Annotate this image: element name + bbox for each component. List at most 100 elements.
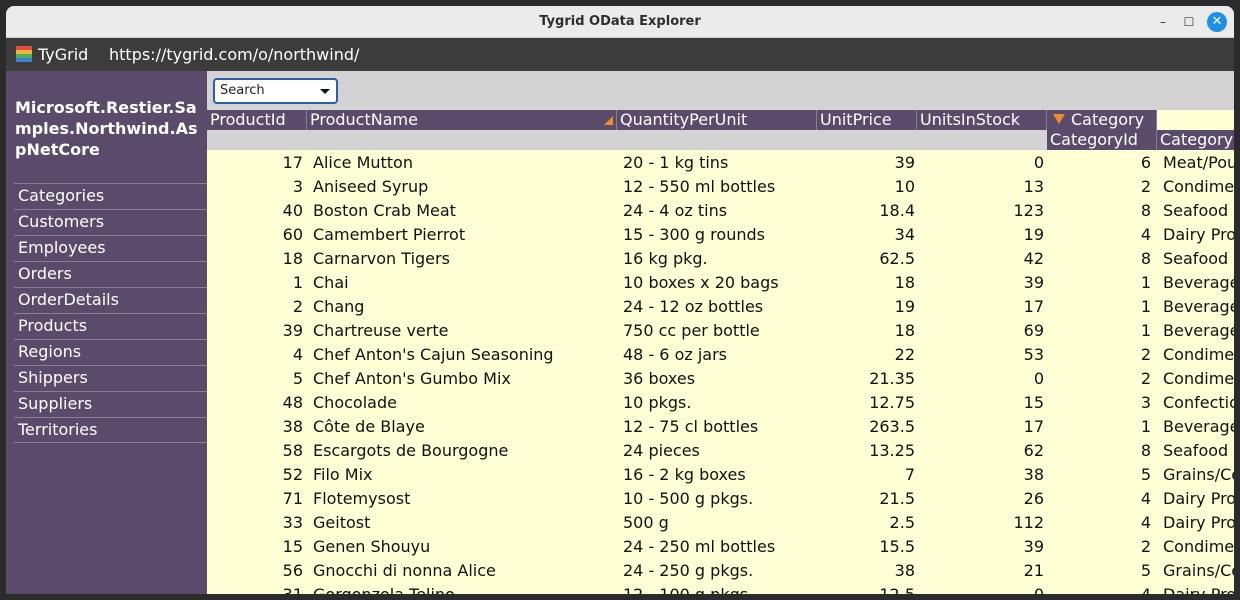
- cell-categoryid[interactable]: 3: [1047, 392, 1151, 414]
- cell-unitsinstock[interactable]: 39: [917, 536, 1044, 558]
- cell-quantityperunit[interactable]: 24 - 250 g pkgs.: [623, 560, 813, 582]
- sidebar-item-customers[interactable]: Customers: [14, 209, 207, 235]
- cell-productname[interactable]: Chang: [313, 296, 613, 318]
- cell-unitsinstock[interactable]: 13: [917, 176, 1044, 198]
- cell-unitprice[interactable]: 10: [817, 176, 915, 198]
- cell-categoryname[interactable]: Grains/Cer: [1163, 464, 1234, 486]
- table-row[interactable]: 52 Filo Mix 16 - 2 kg boxes7385 Grains/Cer: [207, 462, 1234, 486]
- cell-unitsinstock[interactable]: 123: [917, 200, 1044, 222]
- cell-unitprice[interactable]: 22: [817, 344, 915, 366]
- cell-unitsinstock[interactable]: 38: [917, 464, 1044, 486]
- table-row[interactable]: 18 Carnarvon Tigers 16 kg pkg. 62.5 42 8 Seafo…: [207, 246, 1234, 270]
- column-header-quantityperunit[interactable]: QuantityPerUnit: [617, 110, 817, 130]
- maximize-button[interactable]: ☐: [1179, 12, 1199, 32]
- cell-unitprice[interactable]: 21.35: [817, 368, 915, 390]
- column-header-productid[interactable]: ProductId: [207, 110, 307, 130]
- cell-quantityperunit[interactable]: 16 - 2 kg boxes: [623, 464, 813, 486]
- cell-quantityperunit[interactable]: 24 - 12 oz bottles: [623, 296, 813, 318]
- cell-categoryid[interactable]: 4: [1047, 224, 1151, 246]
- cell-unitprice[interactable]: 62.5: [817, 248, 915, 270]
- cell-categoryid[interactable]: 8: [1047, 248, 1151, 270]
- cell-unitprice[interactable]: 12.5: [817, 584, 915, 594]
- table-row[interactable]: 58 Escargots de Bourgogne 24 pieces 13.25 62…: [207, 438, 1234, 462]
- cell-productid[interactable]: 1: [207, 272, 303, 294]
- cell-productid[interactable]: 3: [207, 176, 303, 198]
- cell-unitsinstock[interactable]: 112: [917, 512, 1044, 534]
- cell-unitsinstock[interactable]: 42: [917, 248, 1044, 270]
- cell-categoryid[interactable]: 2: [1047, 368, 1151, 390]
- cell-categoryname[interactable]: Condiment: [1163, 536, 1234, 558]
- cell-categoryid[interactable]: 5: [1047, 464, 1151, 486]
- cell-categoryname[interactable]: Dairy Prod: [1163, 512, 1234, 534]
- cell-unitprice[interactable]: 21.5: [817, 488, 915, 510]
- cell-productid[interactable]: 15: [207, 536, 303, 558]
- cell-categoryname[interactable]: Seafood: [1163, 248, 1234, 270]
- cell-productname[interactable]: Chartreuse verte: [313, 320, 613, 342]
- table-row[interactable]: 5 Chef Anton's Gumbo Mix 36 boxes 21.35 0 2 Co…: [207, 366, 1234, 390]
- cell-categoryname[interactable]: Meat/Poul: [1163, 152, 1234, 174]
- cell-quantityperunit[interactable]: 12 - 100 g pkgs: [623, 584, 813, 594]
- sidebar-item-orderdetails[interactable]: OrderDetails: [14, 287, 207, 313]
- cell-unitprice[interactable]: 13.25: [817, 440, 915, 462]
- cell-categoryname[interactable]: Beverages: [1163, 320, 1234, 342]
- cell-categoryname[interactable]: Seafood: [1163, 200, 1234, 222]
- cell-productid[interactable]: 18: [207, 248, 303, 270]
- cell-unitsinstock[interactable]: 0: [917, 368, 1044, 390]
- cell-productname[interactable]: Chef Anton's Gumbo Mix: [313, 368, 613, 390]
- cell-unitprice[interactable]: 263.5: [817, 416, 915, 438]
- sidebar-item-territories[interactable]: Territories: [14, 417, 207, 443]
- cell-categoryid[interactable]: 2: [1047, 176, 1151, 198]
- column-header-category[interactable]: Category: [1047, 110, 1157, 130]
- cell-categoryid[interactable]: 4: [1047, 584, 1151, 594]
- cell-categoryid[interactable]: 8: [1047, 200, 1151, 222]
- cell-unitprice[interactable]: 2.5: [817, 512, 915, 534]
- cell-productid[interactable]: 60: [207, 224, 303, 246]
- cell-categoryname[interactable]: Beverages: [1163, 272, 1234, 294]
- cell-unitsinstock[interactable]: 0: [917, 152, 1044, 174]
- cell-categoryname[interactable]: Condiment: [1163, 368, 1234, 390]
- column-header-productname[interactable]: ProductName: [307, 110, 617, 130]
- cell-unitprice[interactable]: 7: [817, 464, 915, 486]
- cell-categoryid[interactable]: 1: [1047, 320, 1151, 342]
- table-row[interactable]: 33 Geitost 500 g2.51124 Dairy Prod: [207, 510, 1234, 534]
- cell-quantityperunit[interactable]: 12 - 75 cl bottles: [623, 416, 813, 438]
- cell-categoryname[interactable]: Beverages: [1163, 416, 1234, 438]
- sidebar-item-categories[interactable]: Categories: [14, 183, 207, 209]
- cell-quantityperunit[interactable]: 10 boxes x 20 bags: [623, 272, 813, 294]
- cell-categoryid[interactable]: 1: [1047, 296, 1151, 318]
- cell-unitsinstock[interactable]: 17: [917, 416, 1044, 438]
- cell-unitsinstock[interactable]: 69: [917, 320, 1044, 342]
- table-row[interactable]: 17 Alice Mutton 20 - 1 kg tins 39 0 6 Meat/Pou…: [207, 150, 1234, 174]
- cell-productname[interactable]: Chef Anton's Cajun Seasoning: [313, 344, 613, 366]
- cell-quantityperunit[interactable]: 15 - 300 g rounds: [623, 224, 813, 246]
- cell-unitprice[interactable]: 15.5: [817, 536, 915, 558]
- cell-categoryid[interactable]: 8: [1047, 440, 1151, 462]
- cell-unitsinstock[interactable]: 21: [917, 560, 1044, 582]
- sidebar-item-orders[interactable]: Orders: [14, 261, 207, 287]
- cell-productid[interactable]: 5: [207, 368, 303, 390]
- cell-quantityperunit[interactable]: 10 pkgs.: [623, 392, 813, 414]
- cell-productid[interactable]: 56: [207, 560, 303, 582]
- cell-productname[interactable]: Chocolade: [313, 392, 613, 414]
- sidebar-item-suppliers[interactable]: Suppliers: [14, 391, 207, 417]
- table-row[interactable]: 3 Aniseed Syrup 12 - 550 ml bottles 10 13 2 Co…: [207, 174, 1234, 198]
- cell-productid[interactable]: 71: [207, 488, 303, 510]
- cell-unitsinstock[interactable]: 26: [917, 488, 1044, 510]
- cell-productid[interactable]: 2: [207, 296, 303, 318]
- table-row[interactable]: 71 Flotemysost 10 - 500 g pkgs. 21.5 26 4 Dair…: [207, 486, 1234, 510]
- column-header-categoryid[interactable]: CategoryId: [1047, 130, 1157, 150]
- service-url[interactable]: https://tygrid.com/o/northwind/: [109, 45, 359, 64]
- cell-productid[interactable]: 58: [207, 440, 303, 462]
- cell-categoryname[interactable]: Condiment: [1163, 176, 1234, 198]
- cell-quantityperunit[interactable]: 24 - 4 oz tins: [623, 200, 813, 222]
- column-header-categoryname[interactable]: CategoryN: [1157, 130, 1234, 150]
- cell-categoryname[interactable]: Dairy Prod: [1163, 584, 1234, 594]
- cell-productname[interactable]: Boston Crab Meat: [313, 200, 613, 222]
- sidebar-item-regions[interactable]: Regions: [14, 339, 207, 365]
- sort-ascending-icon[interactable]: [604, 116, 613, 125]
- cell-quantityperunit[interactable]: 16 kg pkg.: [623, 248, 813, 270]
- cell-productid[interactable]: 17: [207, 152, 303, 174]
- cell-unitsinstock[interactable]: 0: [917, 584, 1044, 594]
- cell-categoryname[interactable]: Dairy Prod: [1163, 224, 1234, 246]
- cell-unitsinstock[interactable]: 19: [917, 224, 1044, 246]
